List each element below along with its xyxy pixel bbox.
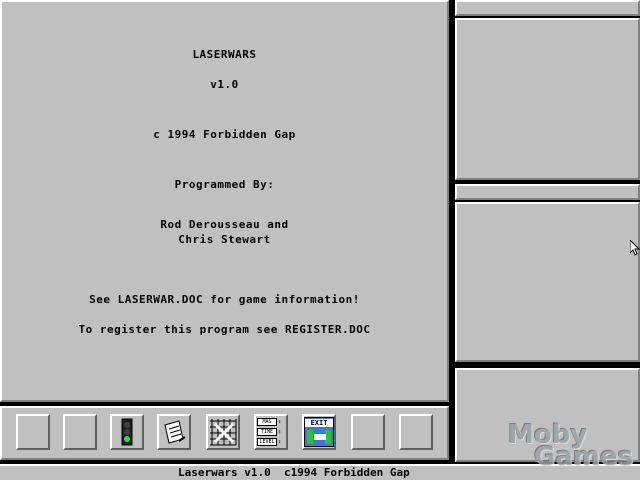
- settings-label-time: TIME: [257, 428, 277, 436]
- right-divider-strip: [455, 184, 640, 200]
- author-line-2: Chris Stewart: [178, 233, 271, 246]
- right-panel-1: [455, 18, 640, 180]
- settings-button[interactable]: MAG ↕ TIME ↕ LEVEL ↕: [254, 414, 288, 450]
- traffic-light-button[interactable]: [110, 414, 144, 450]
- programmed-by-heading: Programmed By:: [174, 178, 275, 191]
- info-panel: LASERWARS v1.0 c 1994 Forbidden Gap Prog…: [0, 0, 449, 402]
- author-line-1: Rod Derousseau and: [160, 218, 289, 231]
- mag-spinner-icon: ↕: [278, 419, 282, 425]
- mobygames-watermark: Moby Games: [508, 422, 634, 472]
- exit-button[interactable]: EXIT: [302, 414, 336, 450]
- doc-note: See LASERWAR.DOC for game information!: [89, 293, 360, 306]
- empty-slot-1[interactable]: [16, 414, 50, 450]
- right-panel-2: [455, 202, 640, 362]
- traffic-light-icon: [121, 418, 133, 446]
- notepad-icon: [164, 420, 186, 444]
- exit-label: EXIT: [305, 419, 333, 427]
- mouse-cursor-icon: [630, 240, 640, 256]
- grid-button[interactable]: [206, 414, 240, 450]
- watermark-line-2: Games: [534, 442, 634, 472]
- empty-slot-2[interactable]: [63, 414, 97, 450]
- level-spinner-icon: ↕: [278, 439, 282, 445]
- game-version: v1.0: [210, 78, 239, 91]
- status-bar-text: Laserwars v1.0 c1994 Forbidden Gap: [178, 466, 410, 479]
- copyright-line: c 1994 Forbidden Gap: [153, 128, 296, 141]
- settings-label-level: LEVEL: [257, 438, 277, 446]
- game-title: LASERWARS: [192, 48, 257, 61]
- empty-slot-3[interactable]: [351, 414, 385, 450]
- register-note: To register this program see REGISTER.DO…: [78, 323, 371, 336]
- notepad-button[interactable]: [157, 414, 191, 450]
- settings-panel-icon: MAG ↕ TIME ↕ LEVEL ↕: [257, 418, 285, 446]
- time-spinner-icon: ↕: [278, 429, 282, 435]
- right-top-strip: [455, 0, 640, 16]
- settings-label-mag: MAG: [257, 418, 277, 426]
- exit-icon: EXIT: [304, 417, 334, 447]
- grid-icon: [210, 419, 237, 446]
- empty-slot-4[interactable]: [399, 414, 433, 450]
